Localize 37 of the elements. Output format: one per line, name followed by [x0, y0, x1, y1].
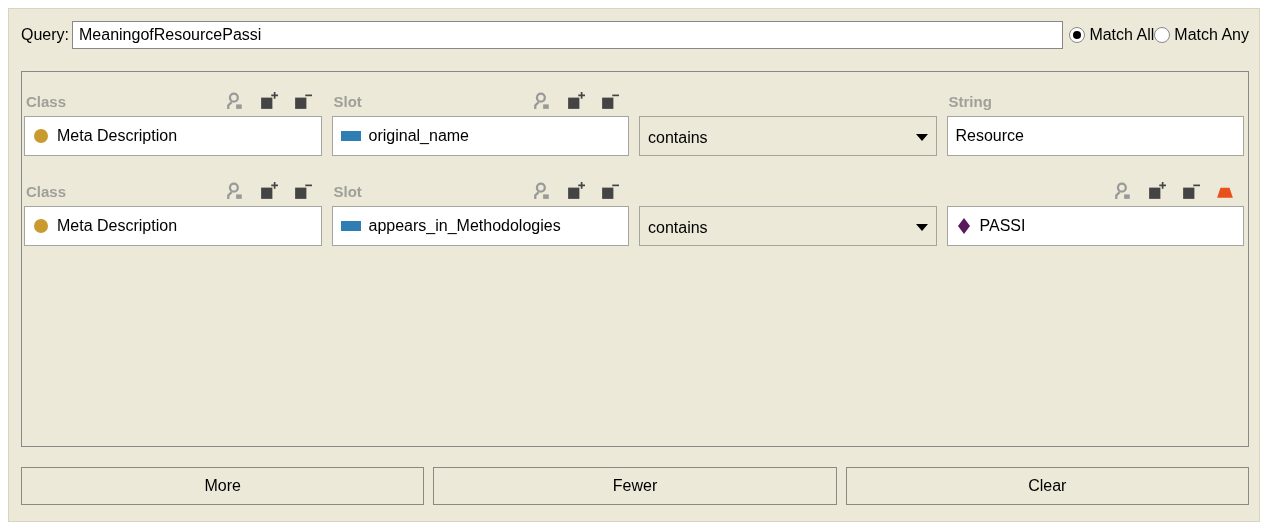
query-label: Query: — [21, 26, 69, 44]
slot-field[interactable]: original_name — [331, 116, 629, 156]
add-square-icon[interactable] — [1148, 182, 1166, 200]
query-field[interactable]: MeaningofResourcePassi — [72, 21, 1064, 49]
fewer-button[interactable]: Fewer — [433, 467, 837, 505]
more-button[interactable]: More — [21, 467, 425, 505]
circle-icon — [33, 128, 49, 144]
slot-label: Slot — [332, 183, 362, 200]
operator-dropdown[interactable]: contains — [639, 206, 937, 246]
value-field[interactable]: PASSI — [946, 206, 1244, 246]
rectangle-icon — [340, 220, 361, 232]
class-label: Class — [25, 93, 67, 110]
slot-label: Slot — [332, 93, 362, 110]
string-label: String — [947, 93, 992, 110]
remove-square-icon[interactable] — [293, 182, 312, 200]
caret-icon — [915, 224, 928, 232]
class-field[interactable]: Meta Description — [24, 206, 322, 246]
diamond-icon — [955, 218, 972, 234]
remove-square-icon[interactable] — [601, 182, 619, 200]
class-field[interactable]: Meta Description — [24, 116, 322, 156]
rectangle-icon — [340, 130, 361, 142]
match-radio[interactable]: Match Any — [1154, 26, 1249, 44]
add-square-icon[interactable] — [259, 92, 278, 110]
circle-icon — [33, 218, 49, 234]
operator-dropdown[interactable]: contains — [639, 116, 937, 156]
match-radio[interactable]: Match All — [1069, 26, 1155, 44]
class-label: Class — [25, 183, 67, 200]
value-field[interactable]: Resource — [946, 116, 1244, 156]
remove-square-icon[interactable] — [601, 92, 619, 110]
slot-field[interactable]: appears_in_Methodologies — [331, 206, 629, 246]
add-square-icon[interactable] — [567, 92, 585, 110]
remove-square-icon[interactable] — [1182, 182, 1200, 200]
add-square-icon[interactable] — [567, 182, 585, 200]
clear-button[interactable]: Clear — [845, 467, 1249, 505]
caret-icon — [915, 134, 928, 142]
add-square-icon[interactable] — [259, 182, 278, 200]
remove-square-icon[interactable] — [293, 92, 312, 110]
